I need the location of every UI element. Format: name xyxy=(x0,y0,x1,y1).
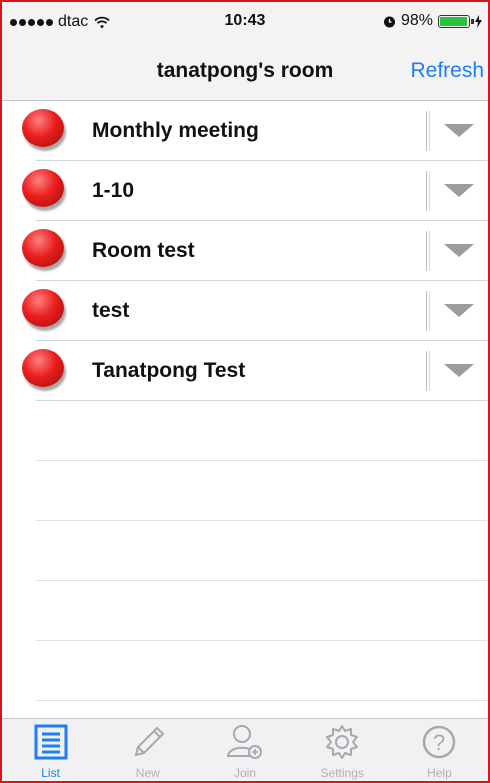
help-icon: ? xyxy=(423,725,456,759)
battery-info: 98% xyxy=(383,12,482,30)
tab-label: List xyxy=(41,766,60,780)
dropdown-triangle-icon[interactable] xyxy=(442,181,476,201)
charging-icon xyxy=(475,14,482,28)
row-divider xyxy=(426,111,430,151)
row-divider xyxy=(426,171,430,211)
status-red-ball-icon xyxy=(22,289,64,327)
tab-list[interactable]: List xyxy=(2,719,99,781)
room-row[interactable]: Tanatpong Test xyxy=(22,341,488,401)
empty-row xyxy=(36,521,488,581)
alarm-icon xyxy=(383,16,395,27)
empty-row xyxy=(36,461,488,521)
tab-label: Settings xyxy=(320,766,364,780)
tab-label: Help xyxy=(427,766,452,780)
empty-row xyxy=(36,641,488,701)
room-row[interactable]: test xyxy=(22,281,488,341)
list-icon xyxy=(34,724,68,760)
battery-percent: 98% xyxy=(400,12,433,29)
dropdown-triangle-icon[interactable] xyxy=(442,361,476,381)
battery-icon xyxy=(438,14,474,28)
empty-row xyxy=(36,401,488,461)
tab-label: Join xyxy=(234,766,257,780)
room-name: Room test xyxy=(92,239,195,262)
tab-join[interactable]: Join xyxy=(196,719,293,781)
status-red-ball-icon xyxy=(22,349,64,387)
row-divider xyxy=(426,231,430,271)
empty-row xyxy=(36,581,488,641)
join-user-icon xyxy=(226,725,262,759)
svg-text:?: ? xyxy=(433,730,445,755)
dropdown-triangle-icon[interactable] xyxy=(442,241,476,261)
room-row[interactable]: Room test xyxy=(22,221,488,281)
room-name: Monthly meeting xyxy=(92,119,259,142)
battery-level xyxy=(440,16,468,26)
pencil-icon xyxy=(134,726,165,757)
room-name: 1-10 xyxy=(92,179,135,202)
status-red-ball-icon xyxy=(22,109,64,147)
row-divider xyxy=(426,351,430,391)
row-divider xyxy=(426,291,430,331)
dropdown-triangle-icon[interactable] xyxy=(442,301,476,321)
navigation-bar: tanatpong's room Refresh xyxy=(2,39,488,101)
tab-new[interactable]: New xyxy=(99,719,196,781)
room-name: Tanatpong Test xyxy=(92,359,246,382)
status-red-ball-icon xyxy=(22,229,64,267)
room-row[interactable]: 1-10 xyxy=(22,161,488,221)
room-name: test xyxy=(92,299,130,322)
status-red-ball-icon xyxy=(22,169,64,207)
gear-icon xyxy=(326,725,359,759)
refresh-button[interactable]: Refresh xyxy=(410,59,484,83)
tab-settings[interactable]: Settings xyxy=(294,719,391,781)
tab-help[interactable]: ? Help xyxy=(391,719,488,781)
room-list: Monthly meeting 1-10 Room test test Tana… xyxy=(2,101,488,701)
room-row[interactable]: Monthly meeting xyxy=(22,101,488,161)
tab-bar: List New Join Settings ? Help xyxy=(2,718,488,781)
status-bar: dtac 10:43 98% xyxy=(2,2,488,39)
tab-label: New xyxy=(135,766,160,780)
app-frame: dtac 10:43 98% tanatpong's room Refresh … xyxy=(0,0,490,783)
dropdown-triangle-icon[interactable] xyxy=(442,121,476,141)
